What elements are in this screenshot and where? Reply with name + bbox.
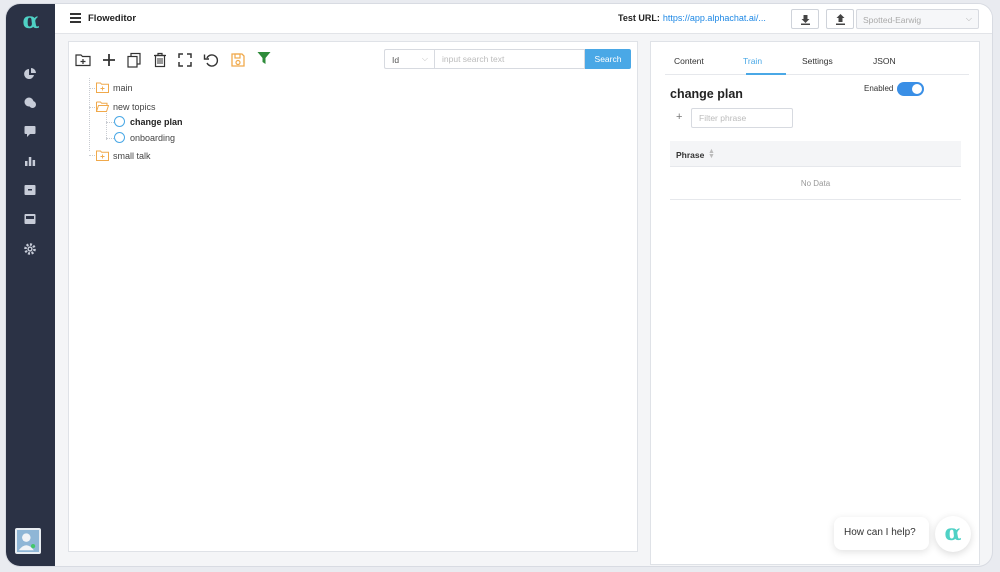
inbox-icon[interactable] (23, 212, 37, 226)
tab-content[interactable]: Content (674, 56, 704, 66)
upload-button[interactable] (826, 9, 854, 29)
app-title: Floweditor (88, 13, 137, 24)
search-type-select[interactable]: Id ⌵ (384, 49, 434, 69)
active-tab-indicator (746, 73, 786, 75)
empty-state: No Data (670, 167, 961, 200)
gear-icon[interactable] (23, 242, 37, 256)
save-icon[interactable] (230, 52, 246, 68)
intent-detail-panel: Content Train Settings JSON change plan … (650, 41, 980, 565)
fullscreen-icon[interactable] (177, 52, 193, 68)
flow-tree-panel: Id ⌵ Search main new topics change plan … (68, 41, 638, 552)
toggle-knob (912, 84, 922, 94)
tree-connector (106, 138, 114, 139)
download-button[interactable] (791, 9, 819, 29)
upload-icon (836, 14, 845, 25)
tree-node-onboarding[interactable]: onboarding (114, 132, 175, 143)
tree-node-label: onboarding (130, 132, 176, 143)
filter-icon[interactable] (256, 50, 272, 66)
bot-select[interactable]: Spotted-Earwig ⌵ (856, 9, 979, 29)
intent-title: change plan (670, 87, 743, 101)
search-input[interactable] (434, 49, 585, 69)
enabled-label: Enabled (864, 84, 894, 93)
tree-connector (106, 113, 107, 140)
tab-json[interactable]: JSON (873, 56, 896, 66)
folder-icon (96, 150, 109, 161)
test-url-link[interactable]: https://app.alphachat.ai/... (663, 13, 766, 23)
tree-node-small-talk[interactable]: small talk (96, 150, 151, 161)
tree-node-label: main (113, 82, 133, 93)
archive-icon[interactable] (23, 183, 37, 197)
help-bubble[interactable]: How can I help? (834, 517, 929, 550)
trash-icon[interactable] (152, 52, 168, 68)
copy-icon[interactable] (126, 52, 142, 68)
intent-icon (114, 116, 125, 127)
enabled-toggle[interactable] (897, 82, 924, 96)
phrase-table-header: Phrase ▲ ▼ (670, 141, 961, 167)
top-bar: Floweditor Test URL: https://app.alphacha… (55, 4, 992, 34)
column-header-phrase[interactable]: Phrase (676, 150, 704, 160)
bot-select-value: Spotted-Earwig (863, 15, 922, 25)
download-icon (801, 15, 810, 25)
analytics-icon[interactable] (23, 67, 37, 81)
tree-node-change-plan[interactable]: change plan (114, 116, 183, 127)
undo-icon[interactable] (203, 52, 219, 68)
sidebar: α (6, 4, 55, 566)
chat-widget-button[interactable]: α (935, 516, 971, 552)
chevron-down-icon: ⌵ (965, 14, 972, 23)
tree-connector (106, 122, 114, 123)
message-icon[interactable] (23, 124, 37, 138)
search-type-value: Id (392, 55, 400, 65)
tree-node-label: small talk (113, 150, 151, 161)
folder-open-icon (96, 101, 109, 112)
detail-tabs: Content Train Settings JSON (665, 42, 969, 75)
test-url: Test URL: https://app.alphachat.ai/... (618, 13, 766, 23)
hamburger-menu-icon[interactable] (70, 13, 81, 23)
sort-icon[interactable]: ▲ ▼ (708, 148, 715, 160)
tree-node-label: new topics (113, 101, 156, 112)
chevron-down-icon: ⌵ (421, 54, 428, 63)
tab-train[interactable]: Train (743, 56, 762, 66)
app-logo[interactable]: α (18, 9, 44, 35)
chat-icon[interactable] (23, 96, 37, 110)
intent-icon (114, 132, 125, 143)
test-url-label: Test URL: (618, 13, 660, 23)
folder-icon (96, 82, 109, 93)
new-folder-icon[interactable] (75, 52, 91, 68)
filter-phrase-input[interactable] (691, 108, 793, 128)
user-avatar-icon[interactable] (15, 528, 41, 554)
tree-node-main[interactable]: main (96, 82, 133, 93)
bar-chart-icon[interactable] (23, 154, 37, 168)
app-window: α Floweditor Test URL: https://app.alpha… (6, 4, 992, 566)
tree-node-label: change plan (130, 116, 183, 127)
search-button[interactable]: Search (585, 49, 631, 69)
add-phrase-button[interactable]: + (676, 111, 682, 123)
add-icon[interactable] (101, 52, 117, 68)
tab-settings[interactable]: Settings (802, 56, 833, 66)
tree-node-new-topics[interactable]: new topics (96, 101, 156, 112)
